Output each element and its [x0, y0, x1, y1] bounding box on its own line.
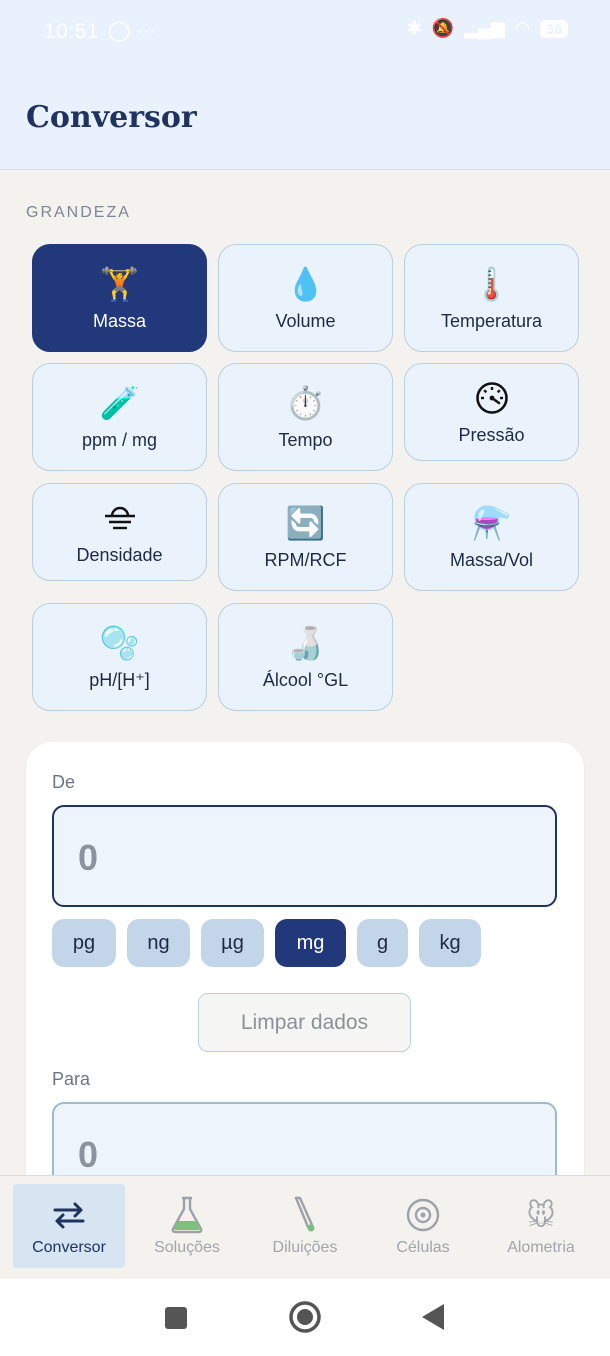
tile-label: Tempo	[278, 429, 333, 450]
tile-label: Massa	[92, 310, 146, 331]
unit-chip-g[interactable]: g	[357, 919, 408, 967]
quantity-tile-ph[interactable]: 🫧 pH/[H⁺]	[32, 603, 207, 711]
nav-label: Conversor	[32, 1239, 106, 1256]
unit-chip-pg[interactable]: pg	[52, 919, 116, 967]
sake-bottle-icon: 🍶	[285, 624, 326, 661]
nav-item-celulas[interactable]: Células	[367, 1184, 479, 1268]
nav-label: Alometria	[507, 1239, 575, 1256]
nav-label: Soluções	[154, 1239, 220, 1256]
tile-label: Massa/Vol	[449, 549, 534, 570]
density-icon	[102, 499, 138, 537]
quantity-tile-ppm[interactable]: 🧪 ppm / mg	[32, 363, 207, 471]
nav-label: Diluições	[272, 1239, 338, 1256]
nav-item-diluicoes[interactable]: Diluições	[249, 1184, 361, 1268]
rotate-icon: 🔄	[285, 504, 326, 541]
cell-icon	[405, 1195, 441, 1235]
gauge-icon	[475, 379, 509, 417]
signal-icon: ▂▄▆	[464, 18, 505, 38]
quantity-tile-massa-vol[interactable]: ⚗️ Massa/Vol	[404, 483, 579, 591]
tile-label: Temperatura	[440, 310, 543, 331]
home-button[interactable]	[288, 1300, 322, 1339]
swap-arrows-icon	[51, 1195, 87, 1235]
app-header: 10:51 ◯ ··· ✱ 🔕 ▂▄▆ ◠ 36 Conversor	[0, 0, 610, 170]
quantity-tile-massa[interactable]: 🏋️ Massa	[32, 244, 207, 352]
nav-item-alometria[interactable]: 🐭 Alometria	[485, 1184, 597, 1268]
droplet-icon: 💧	[285, 265, 326, 302]
test-tube-icon: 🧪	[99, 384, 140, 421]
thermometer-icon: 🌡️	[471, 265, 512, 302]
quantity-tile-rpm[interactable]: 🔄 RPM/RCF	[218, 483, 393, 591]
quantity-tile-tempo[interactable]: ⏱️ Tempo	[218, 363, 393, 471]
quantity-tile-pressao[interactable]: Pressão	[404, 363, 579, 461]
quantity-tile-densidade[interactable]: Densidade	[32, 483, 207, 581]
section-label: GRANDEZA	[26, 204, 131, 221]
recents-button[interactable]	[164, 1306, 188, 1335]
battery-icon: 36	[540, 19, 568, 38]
quantity-tile-volume[interactable]: 💧 Volume	[218, 244, 393, 352]
from-label: De	[52, 772, 76, 792]
page-title: Conversor	[26, 100, 197, 135]
tile-label: ppm / mg	[81, 429, 158, 450]
pipette-icon	[290, 1195, 320, 1235]
unit-chip-ug[interactable]: µg	[201, 919, 264, 967]
tile-label: pH/[H⁺]	[89, 669, 150, 690]
unit-chip-kg[interactable]: kg	[419, 919, 481, 967]
weightlifter-icon: 🏋️	[99, 265, 140, 302]
nav-item-solucoes[interactable]: Soluções	[131, 1184, 243, 1268]
tile-label: Densidade	[76, 544, 163, 565]
tile-label: RPM/RCF	[264, 549, 347, 570]
status-time: 10:51	[44, 20, 100, 43]
flask-icon: ⚗️	[471, 504, 512, 541]
status-bar: 10:51 ◯ ··· ✱ 🔕 ▂▄▆ ◠ 36	[0, 0, 610, 64]
quantity-tile-alcool[interactable]: 🍶 Álcool °GL	[218, 603, 393, 711]
back-button[interactable]	[421, 1303, 445, 1336]
quantity-tile-temperatura[interactable]: 🌡️ Temperatura	[404, 244, 579, 352]
unit-selector: pg ng µg mg g kg	[52, 919, 481, 967]
bluetooth-icon: ✱	[406, 18, 422, 38]
tile-label: Pressão	[458, 424, 525, 445]
mute-icon: 🔕	[431, 18, 455, 38]
nav-label: Células	[396, 1239, 450, 1256]
stopwatch-icon: ⏱️	[285, 384, 326, 421]
bottom-nav: Conversor Soluções Diluições Células 🐭 A…	[0, 1175, 610, 1279]
bubbles-icon: 🫧	[99, 624, 140, 661]
clear-data-button[interactable]: Limpar dados	[198, 993, 411, 1052]
tile-label: Álcool °GL	[262, 669, 349, 690]
tile-label: Volume	[275, 310, 336, 331]
unit-chip-ng[interactable]: ng	[127, 919, 190, 967]
nav-item-conversor[interactable]: Conversor	[13, 1184, 125, 1268]
mouse-icon: 🐭	[526, 1199, 556, 1231]
from-value-input[interactable]: 0	[52, 805, 557, 907]
notification-icons: ◯ ···	[108, 20, 156, 42]
flask-icon	[169, 1195, 205, 1235]
unit-chip-mg[interactable]: mg	[275, 919, 346, 967]
to-label: Para	[52, 1069, 91, 1089]
wifi-icon: ◠	[514, 18, 531, 38]
system-nav-bar	[0, 1279, 610, 1356]
status-right-icons: ✱ 🔕 ▂▄▆ ◠ 36	[407, 18, 568, 39]
